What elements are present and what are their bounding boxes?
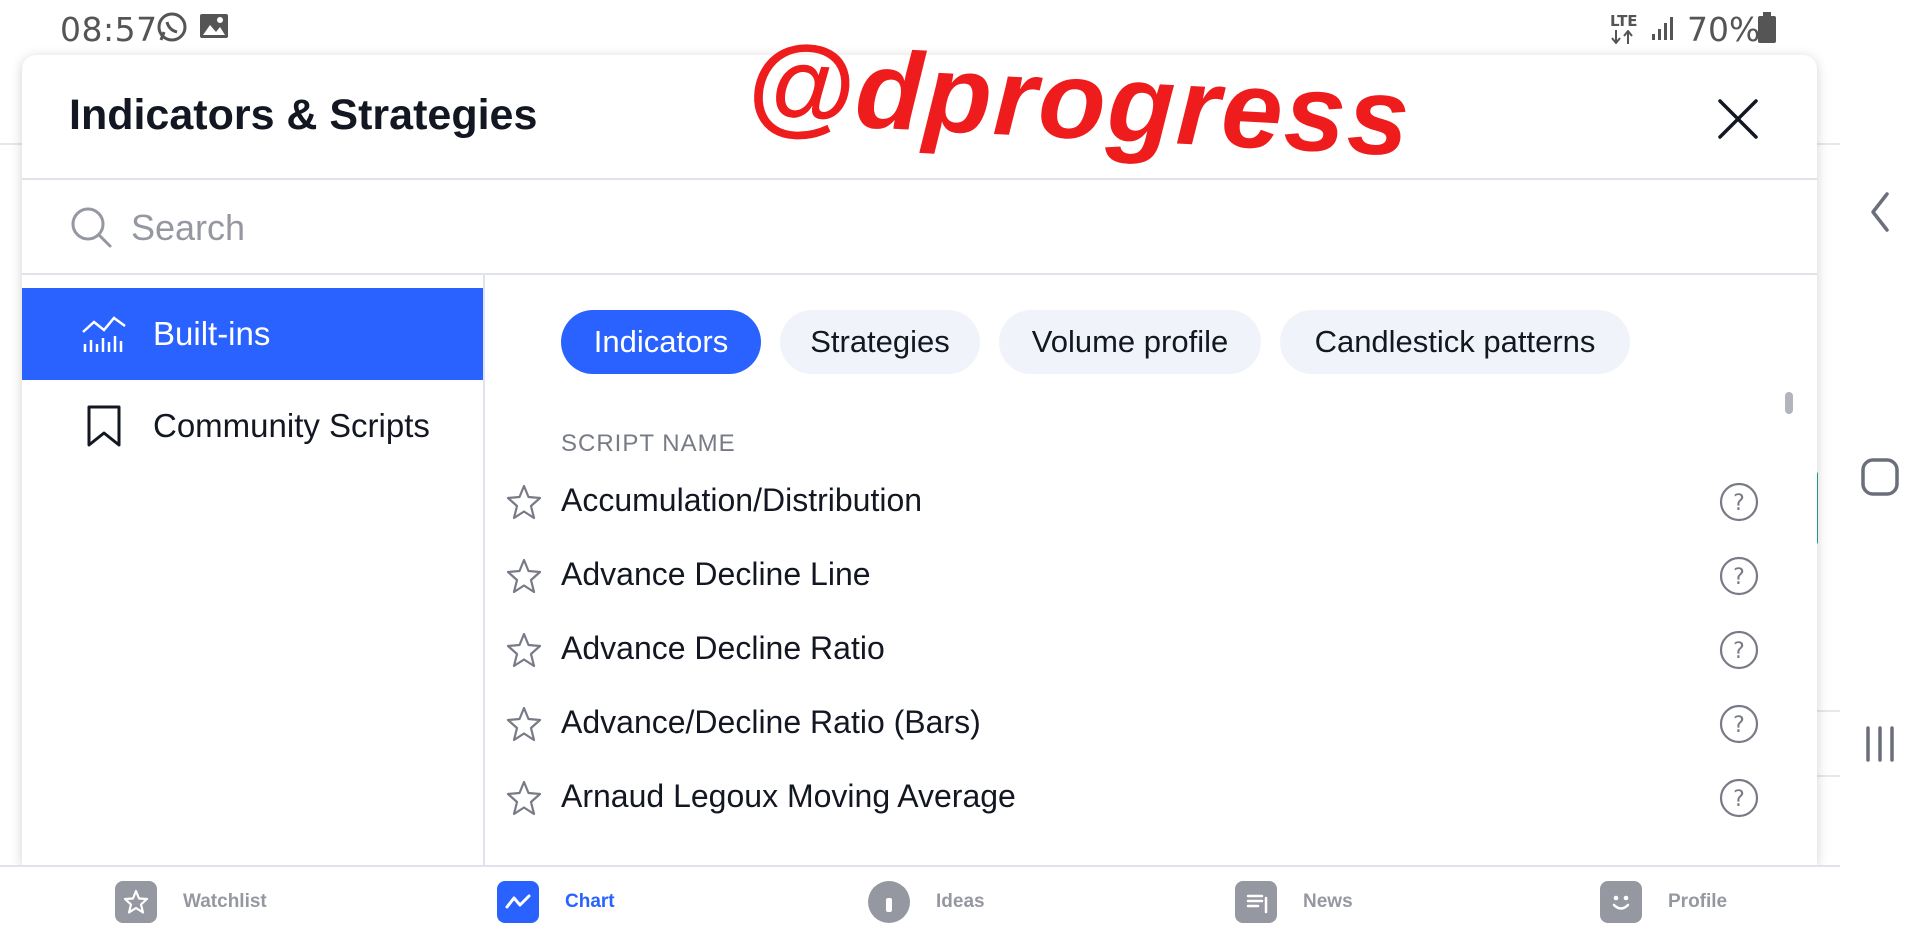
- sidebar-item-built-ins[interactable]: Built-ins: [22, 288, 483, 380]
- network-label: LTE: [1610, 12, 1638, 30]
- whatsapp-icon: [155, 10, 189, 49]
- tab-news[interactable]: News: [1235, 867, 1353, 936]
- svg-text:?: ?: [1733, 565, 1745, 590]
- background-divider: [1817, 143, 1840, 145]
- battery-icon: [1757, 12, 1777, 49]
- home-icon[interactable]: [1840, 455, 1920, 499]
- indicators-dialog: Indicators & Strategies Built-ins Commun…: [22, 55, 1817, 865]
- svg-text:?: ?: [1733, 787, 1745, 812]
- script-name: Arnaud Legoux Moving Average: [561, 778, 1016, 814]
- help-icon[interactable]: ?: [1718, 777, 1760, 819]
- chart-icon: [497, 880, 539, 923]
- sidebar-item-community-scripts[interactable]: Community Scripts: [22, 380, 483, 472]
- lightbulb-icon: [868, 880, 910, 923]
- help-icon[interactable]: ?: [1718, 481, 1760, 523]
- status-time: 08:57: [60, 10, 158, 49]
- dialog-title: Indicators & Strategies: [69, 91, 538, 139]
- search-bar: [22, 180, 1817, 275]
- tab-watchlist[interactable]: Watchlist: [115, 867, 267, 936]
- script-name: Advance Decline Line: [561, 556, 871, 592]
- tab-chart[interactable]: Chart: [497, 867, 615, 936]
- help-icon[interactable]: ?: [1718, 629, 1760, 671]
- tab-ideas[interactable]: Ideas: [868, 867, 985, 936]
- background-divider: [1817, 775, 1840, 777]
- lte-icon: LTE: [1610, 12, 1638, 44]
- script-list-panel: Indicators Strategies Volume profile Can…: [485, 275, 1817, 865]
- tab-strategies[interactable]: Strategies: [780, 310, 980, 374]
- smiley-icon: [1600, 880, 1642, 923]
- help-icon[interactable]: ?: [1718, 703, 1760, 745]
- search-icon: [68, 204, 116, 257]
- news-icon: [1235, 880, 1277, 923]
- image-icon: [198, 10, 230, 47]
- svg-text:?: ?: [1733, 491, 1745, 516]
- star-icon[interactable]: [505, 631, 543, 669]
- column-header-script-name: SCRIPT NAME: [561, 430, 736, 457]
- star-icon[interactable]: [505, 779, 543, 817]
- sidebar-item-label: Community Scripts: [153, 407, 430, 444]
- script-name: Advance Decline Ratio: [561, 630, 885, 666]
- star-icon: [115, 880, 157, 923]
- tab-label: Chart: [565, 890, 615, 912]
- star-icon[interactable]: [505, 705, 543, 743]
- background-divider: [0, 143, 22, 145]
- tab-label: Ideas: [936, 890, 985, 912]
- script-row[interactable]: Advance Decline Ratio ?: [485, 613, 1785, 687]
- svg-text:?: ?: [1733, 639, 1745, 664]
- svg-text:?: ?: [1733, 713, 1745, 738]
- tab-label: Watchlist: [183, 890, 267, 912]
- list-scrollbar[interactable]: [1785, 392, 1793, 414]
- help-icon[interactable]: ?: [1718, 555, 1760, 597]
- category-sidebar: Built-ins Community Scripts: [22, 275, 485, 865]
- tab-volume-profile[interactable]: Volume profile: [999, 310, 1261, 374]
- background-divider: [1817, 710, 1840, 712]
- tab-indicators[interactable]: Indicators: [561, 310, 761, 374]
- tab-label: Profile: [1668, 890, 1728, 912]
- close-icon[interactable]: [1712, 93, 1764, 145]
- search-input[interactable]: [129, 198, 1629, 258]
- script-row[interactable]: Accumulation/Distribution ?: [485, 465, 1785, 539]
- bottom-tab-bar: Watchlist Chart Ideas News Profile: [0, 865, 1840, 934]
- bookmark-icon: [72, 394, 136, 458]
- script-name: Advance/Decline Ratio (Bars): [561, 704, 981, 740]
- script-row[interactable]: Arnaud Legoux Moving Average ?: [485, 761, 1785, 835]
- star-icon[interactable]: [505, 483, 543, 521]
- tab-label: News: [1303, 890, 1353, 912]
- tab-profile[interactable]: Profile: [1600, 867, 1727, 936]
- system-navigation-bar: [1840, 0, 1920, 934]
- back-icon[interactable]: [1840, 190, 1920, 234]
- sidebar-item-label: Built-ins: [153, 315, 271, 352]
- star-icon[interactable]: [505, 557, 543, 595]
- script-row[interactable]: Advance Decline Line ?: [485, 539, 1785, 613]
- recent-apps-icon[interactable]: [1840, 722, 1920, 766]
- battery-percent: 70%: [1687, 10, 1761, 49]
- script-row[interactable]: Advance/Decline Ratio (Bars) ?: [485, 687, 1785, 761]
- chart-bars-icon: [72, 302, 136, 366]
- tab-candlestick-patterns[interactable]: Candlestick patterns: [1280, 310, 1630, 374]
- signal-icon: [1650, 14, 1678, 47]
- script-name: Accumulation/Distribution: [561, 482, 923, 518]
